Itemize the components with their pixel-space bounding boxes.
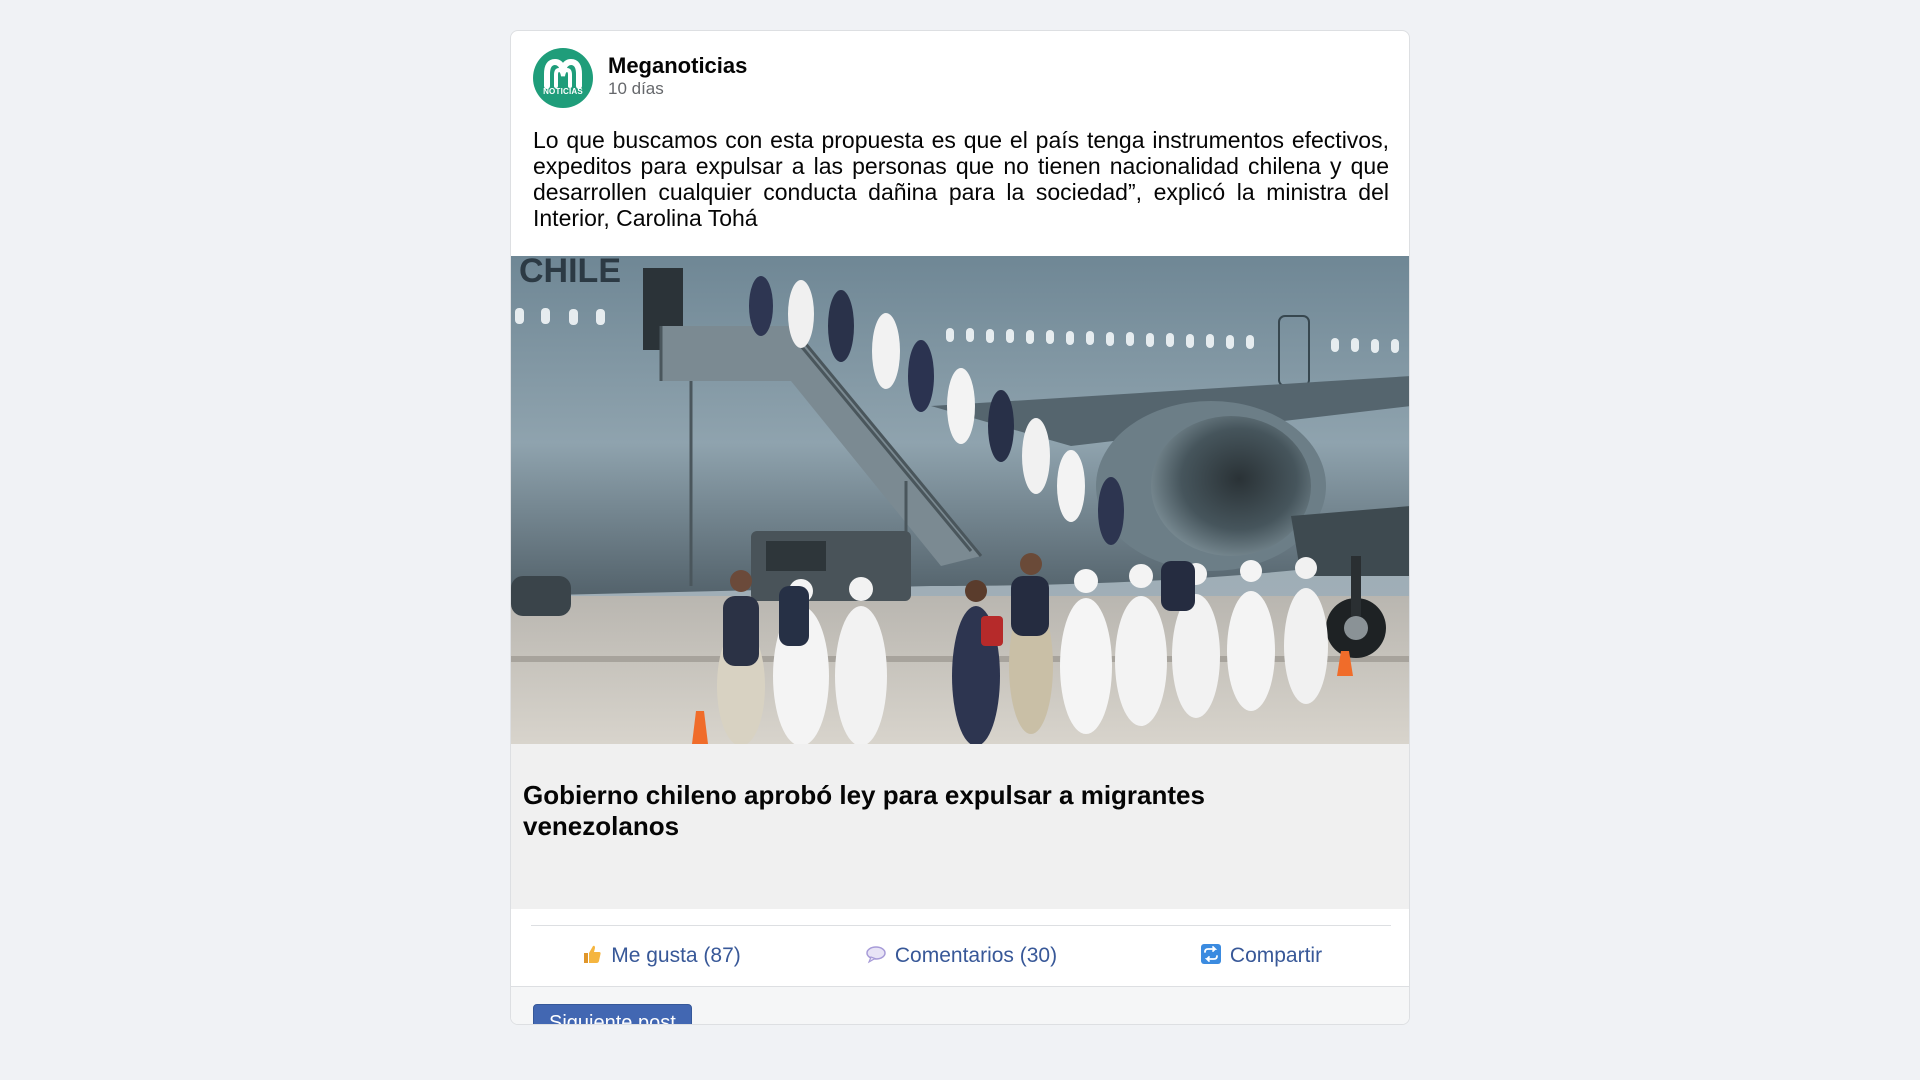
- share-label: Compartir: [1229, 944, 1323, 967]
- post-card: NOTICIAS Meganoticias 10 días Lo que bus…: [510, 30, 1410, 1025]
- thumbs-up-icon: [581, 943, 603, 969]
- post-header: NOTICIAS Meganoticias 10 días: [533, 47, 747, 109]
- avatar-label: NOTICIAS: [543, 87, 583, 96]
- page-name[interactable]: Meganoticias: [608, 53, 747, 79]
- share-icon: [1200, 943, 1222, 969]
- post-caption: Lo que buscamos con esta propuesta es qu…: [533, 127, 1389, 231]
- comments-button[interactable]: Comentarios (30): [811, 943, 1111, 969]
- link-preview[interactable]: Gobierno chileno aprobó ley para expulsa…: [511, 744, 1409, 909]
- fuselage-text: CHILE: [519, 256, 621, 290]
- meganoticias-logo-icon: [544, 59, 582, 89]
- post-meta: Meganoticias 10 días: [608, 53, 747, 99]
- post-photo[interactable]: CHILE: [511, 256, 1410, 744]
- link-title[interactable]: Gobierno chileno aprobó ley para expulsa…: [523, 780, 1283, 842]
- post-timestamp[interactable]: 10 días: [608, 79, 747, 99]
- like-button[interactable]: Me gusta (87): [511, 943, 811, 969]
- speech-bubble-icon: [865, 943, 887, 969]
- share-button[interactable]: Compartir: [1111, 943, 1409, 969]
- comments-label: Comentarios (30): [894, 944, 1058, 967]
- post-actions: Me gusta (87) Comentarios (30) Compartir: [511, 926, 1409, 986]
- like-label: Me gusta (87): [611, 944, 741, 967]
- post-footer: Siguiente post: [511, 986, 1409, 1024]
- avatar[interactable]: NOTICIAS: [533, 48, 593, 108]
- next-post-button[interactable]: Siguiente post: [533, 1004, 692, 1024]
